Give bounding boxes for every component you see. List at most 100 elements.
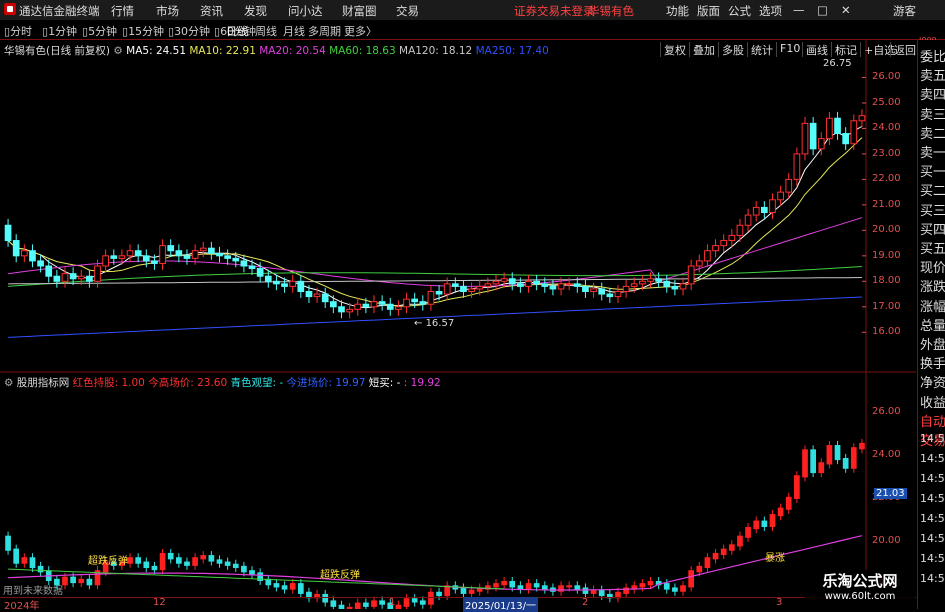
menu-trade[interactable]: 交易: [396, 3, 419, 19]
period-daily[interactable]: 日线: [226, 23, 248, 39]
current-stock-name: 华锡有色: [588, 4, 634, 18]
candle-body: [313, 293, 321, 298]
candle-body: [639, 280, 646, 285]
candle-body: [264, 275, 272, 282]
candle-body: [175, 250, 183, 257]
close-icon[interactable]: ✕: [841, 3, 851, 17]
candle-body: [557, 283, 565, 290]
indicator-bar: [672, 587, 678, 592]
restore-icon[interactable]: □: [817, 3, 828, 17]
indicator-bar: [826, 445, 833, 465]
candle-body: [86, 275, 93, 282]
candle-body: [289, 280, 297, 287]
side-time: 14:56: [920, 552, 945, 565]
candle-body: [704, 250, 711, 262]
indicator-bar: [639, 583, 646, 588]
indicator-bar: [37, 565, 44, 573]
x-label-2: 2: [582, 597, 589, 608]
side-label: 卖二: [920, 126, 945, 142]
side-label: 涨幅: [920, 299, 945, 315]
menu-formula[interactable]: 公式: [728, 3, 751, 19]
menu-news[interactable]: 资讯: [200, 3, 223, 19]
trade-login-status[interactable]: 证券交易未登录: [514, 3, 595, 19]
indicator-bar: [842, 457, 849, 469]
indicator-bar: [728, 544, 735, 551]
indicator-bar: [509, 580, 516, 588]
indicator-bar: [281, 585, 288, 590]
side-label: 买二: [920, 184, 945, 200]
period-multi[interactable]: 多周期: [308, 23, 341, 39]
period-1min[interactable]: ▯1分钟: [42, 23, 77, 39]
menu-ask[interactable]: 问小达: [288, 3, 323, 19]
period-toolbar: ▯分时 ▯1分钟 ▯5分钟 ▯15分钟 ▯30分钟 ▯60分钟 日线 周线 月线…: [0, 20, 945, 57]
side-time: 14:56: [920, 432, 945, 445]
candle-body: [500, 278, 508, 282]
indicator-bar: [541, 585, 548, 590]
annotation-rebound-2: 超跌反弹: [320, 570, 360, 581]
candle-body: [598, 288, 606, 295]
indicator-bar: [598, 589, 605, 597]
indicator-bar: [460, 587, 467, 594]
candle-body: [671, 285, 679, 290]
candle-body: [167, 245, 175, 252]
side-label: 现价: [920, 261, 945, 277]
candle-body: [395, 306, 402, 310]
indicator-bar: [769, 514, 776, 528]
y-tick-label: 19.00: [872, 249, 901, 261]
side-label: 外盘: [920, 338, 945, 353]
candle-body: [151, 260, 158, 264]
indicator-y-tick: 26.00: [872, 405, 901, 417]
minimize-icon[interactable]: —: [793, 3, 805, 17]
candle-body: [29, 250, 36, 262]
period-weekly[interactable]: 周线: [255, 23, 277, 39]
side-label: 换手: [920, 357, 945, 373]
candle-body: [525, 280, 532, 287]
x-label-2024: 2024年: [4, 601, 40, 612]
side-time: 14:56: [920, 452, 945, 465]
candle-body: [110, 255, 118, 259]
side-label: 净资: [920, 376, 945, 392]
period-fenshi[interactable]: ▯分时: [4, 23, 32, 39]
period-30min[interactable]: ▯30分钟: [168, 23, 210, 39]
candle-body: [297, 280, 305, 292]
side-label: 买三: [920, 203, 945, 219]
menu-discover[interactable]: 发现: [244, 3, 267, 19]
candle-body: [451, 283, 459, 287]
candle-body: [248, 265, 256, 270]
x-label-12: 12: [153, 597, 166, 608]
quote-side-panel: 委比 卖五 卖四 卖三 卖二 卖一 买一 买二 买三 买四 买五 现价 涨跌 涨幅 总量 外盘 换手 净资 收益 自动…: [917, 40, 945, 609]
indicator-bar: [468, 589, 475, 594]
candle-body: [655, 278, 662, 282]
side-label: 买五: [920, 242, 945, 257]
period-more[interactable]: 更多〉: [344, 23, 377, 39]
menu-quotes[interactable]: 行情: [111, 3, 134, 19]
candle-body: [69, 273, 77, 280]
candle-body: [94, 265, 101, 282]
side-label: 买四: [920, 222, 945, 238]
guest-label[interactable]: 游客: [893, 3, 916, 19]
menu-function[interactable]: 功能: [666, 3, 689, 19]
indicator-bar: [737, 535, 743, 547]
menu-options[interactable]: 选项: [759, 3, 782, 19]
menu-wealth[interactable]: 财富圈: [342, 3, 377, 19]
indicator-bar: [151, 565, 158, 571]
indicator-bar: [21, 557, 28, 564]
indicator-bar: [249, 570, 255, 575]
x-label-1: 1: [389, 597, 396, 608]
menu-market[interactable]: 市场: [156, 3, 179, 19]
period-5min[interactable]: ▯5分钟: [82, 23, 117, 39]
candle-body: [777, 191, 784, 201]
candle-body: [817, 138, 825, 150]
period-monthly[interactable]: 月线: [283, 23, 305, 39]
indicator-bar: [712, 552, 719, 560]
candle-body: [687, 265, 695, 285]
indicator-bar: [566, 585, 573, 588]
indicator-bar: [647, 580, 654, 586]
candle-body: [346, 308, 353, 313]
candle-body: [427, 290, 435, 305]
menu-layout[interactable]: 版面: [697, 3, 720, 19]
period-15min[interactable]: ▯15分钟: [122, 23, 164, 39]
side-label[interactable]: 自动: [920, 411, 945, 430]
candle-body: [850, 120, 858, 145]
side-label: 卖三: [920, 107, 945, 123]
